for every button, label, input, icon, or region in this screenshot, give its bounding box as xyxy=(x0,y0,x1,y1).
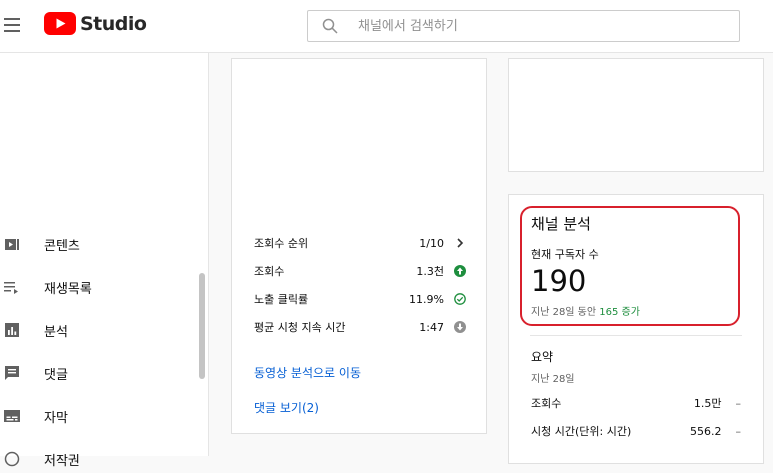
arrow-down-circle-icon xyxy=(454,321,466,333)
stat-row-avg-view-duration: 평균 시청 지속 시간 1:47 xyxy=(254,317,466,337)
sidebar-item-content[interactable]: 콘텐츠 xyxy=(0,230,200,258)
summary-period: 지난 28일 xyxy=(531,374,575,385)
analytics-icon xyxy=(5,323,19,337)
view-comments-link[interactable]: 댓글 보기(2) xyxy=(254,399,319,416)
summary-title: 요약 xyxy=(531,350,554,364)
search-box[interactable] xyxy=(307,10,740,42)
search-icon xyxy=(322,18,338,34)
subscriber-change-value: 165 증가 xyxy=(599,307,640,318)
stat-label: 노출 클릭률 xyxy=(254,293,309,306)
arrow-up-circle-icon xyxy=(454,265,466,277)
chevron-right-icon xyxy=(457,238,464,248)
stat-value: 1/10 xyxy=(419,236,444,250)
latest-video-card: 조회수 순위 1/10 조회수 1.3천 노출 클릭률 11.9% 평균 시청 … xyxy=(231,58,487,434)
stat-row-ctr: 노출 클릭률 11.9% xyxy=(254,289,466,309)
sidebar-item-label: 재생목록 xyxy=(44,281,92,297)
channel-analytics-title: 채널 분석 xyxy=(531,215,591,233)
menu-line xyxy=(4,30,20,32)
stat-label: 조회수 순위 xyxy=(254,237,309,250)
hamburger-menu-button[interactable] xyxy=(4,16,22,34)
sidebar-item-subtitles[interactable]: 자막 xyxy=(0,402,200,430)
check-circle-icon xyxy=(454,293,466,305)
summary-row-views: 조회수 1.5만 – xyxy=(531,394,741,412)
stat-row-view-rank[interactable]: 조회수 순위 1/10 xyxy=(254,233,466,253)
copyright-icon xyxy=(4,451,20,467)
stat-label: 평균 시청 지속 시간 xyxy=(254,321,346,334)
sidebar-item-analytics[interactable]: 분석 xyxy=(0,316,200,344)
top-app-bar: Studio xyxy=(0,0,773,53)
logo-text: Studio xyxy=(80,12,147,35)
divider xyxy=(530,335,742,336)
sidebar-item-label: 콘텐츠 xyxy=(44,238,80,254)
menu-line xyxy=(4,18,20,20)
go-to-video-analytics-link[interactable]: 동영상 분석으로 이동 xyxy=(254,364,361,381)
youtube-studio-logo[interactable]: Studio xyxy=(44,12,147,35)
sidebar-item-label: 저작권 xyxy=(44,453,80,469)
stat-value: 1.3천 xyxy=(416,265,444,278)
summary-value: 556.2 xyxy=(690,424,722,438)
search-input[interactable] xyxy=(356,17,720,35)
playlist-icon xyxy=(4,282,18,294)
sidebar: 콘텐츠 재생목록 분석 댓글 자막 저작권 xyxy=(0,53,209,469)
trend-indicator: – xyxy=(735,424,742,438)
stat-value: 1:47 xyxy=(419,320,444,334)
subscriber-change-period: 지난 28일 동안 xyxy=(531,307,597,318)
sidebar-item-label: 댓글 xyxy=(44,367,68,383)
current-subscribers-count: 190 xyxy=(531,264,587,298)
summary-row-watch-time: 시청 시간(단위: 시간) 556.2 – xyxy=(531,422,741,440)
summary-label: 시청 시간(단위: 시간) xyxy=(531,425,632,438)
sidebar-item-label: 자막 xyxy=(44,410,68,426)
sidebar-item-label: 분석 xyxy=(44,324,68,340)
stat-row-views: 조회수 1.3천 xyxy=(254,261,466,281)
video-content-icon xyxy=(5,239,19,250)
comments-icon xyxy=(5,366,19,380)
subscriber-change: 지난 28일 동안 165 증가 xyxy=(531,303,640,318)
subtitles-icon xyxy=(4,410,20,422)
summary-label: 조회수 xyxy=(531,397,562,410)
sidebar-item-playlists[interactable]: 재생목록 xyxy=(0,273,200,301)
summary-value: 1.5만 xyxy=(693,397,722,410)
youtube-play-icon xyxy=(44,12,76,35)
info-card xyxy=(508,58,764,172)
trend-indicator: – xyxy=(735,396,742,410)
menu-line xyxy=(4,24,20,26)
sidebar-item-copyright[interactable]: 저작권 xyxy=(0,445,200,473)
current-subscribers-label: 현재 구독자 수 xyxy=(531,248,599,261)
stat-value: 11.9% xyxy=(409,292,444,306)
stat-label: 조회수 xyxy=(254,265,285,278)
sidebar-scrollbar[interactable] xyxy=(199,273,205,379)
sidebar-item-comments[interactable]: 댓글 xyxy=(0,359,200,387)
